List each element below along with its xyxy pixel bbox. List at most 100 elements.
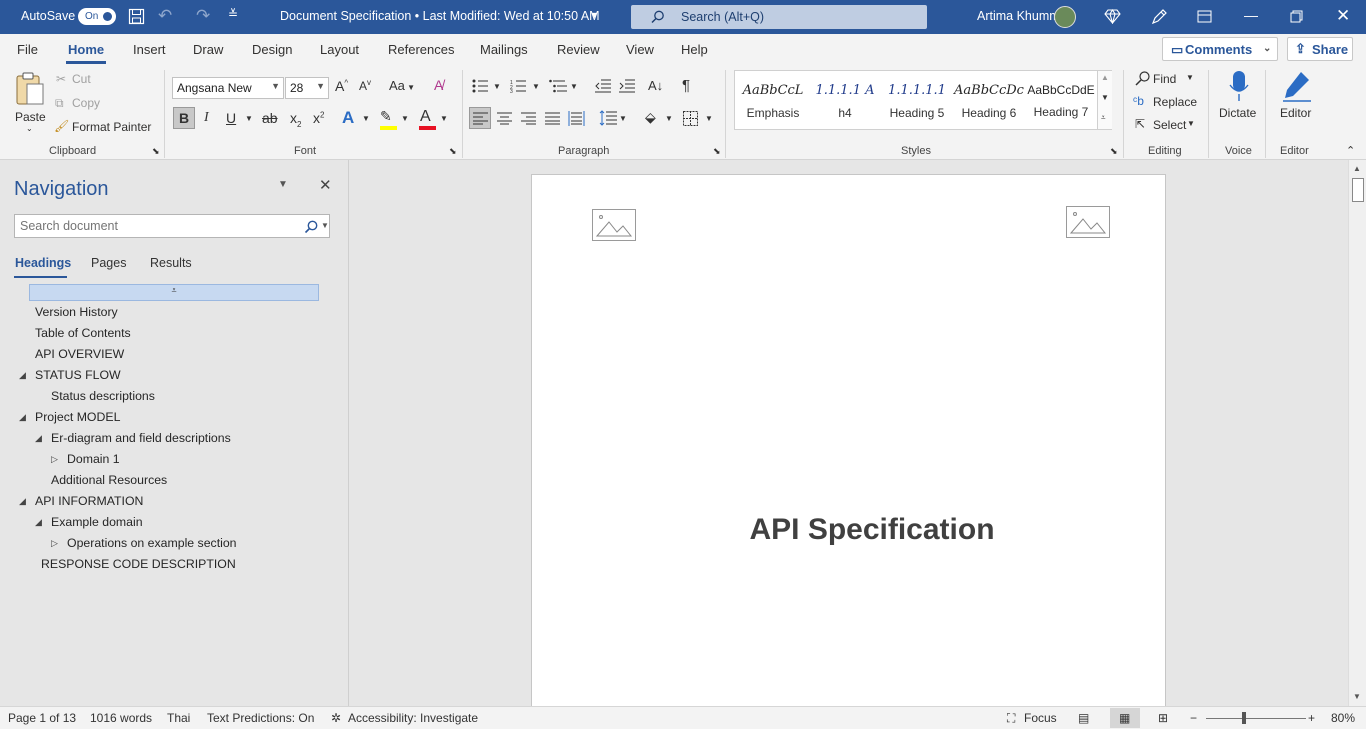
line-spacing-icon[interactable] [599,110,617,126]
subscript-icon[interactable]: x2 [290,110,301,129]
focus-icon[interactable]: ⛶ [1007,711,1015,726]
search-box[interactable]: Search (Alt+Q) [631,5,927,29]
dictate-button[interactable]: Dictate [1219,106,1256,120]
scrollbar-thumb[interactable] [1352,178,1364,202]
pen-icon[interactable] [1150,8,1168,26]
bullets-icon[interactable] [472,79,488,93]
nav-heading[interactable]: API INFORMATION [35,494,143,508]
tab-layout[interactable]: Layout [320,42,359,57]
cut-icon[interactable]: ✂ [56,72,66,86]
undo-icon[interactable]: ↶ [158,6,172,26]
text-effects-chevron-icon[interactable]: ▼ [362,114,370,123]
text-predictions[interactable]: Text Predictions: On [207,711,314,725]
zoom-out-icon[interactable]: − [1190,711,1197,725]
comments-button[interactable]: ▭ Comments ⌄ [1162,37,1278,61]
page-count[interactable]: Page 1 of 13 [8,711,76,725]
numbering-chevron-icon[interactable]: ▼ [532,82,540,91]
nav-close-icon[interactable]: ✕ [319,176,332,194]
multilevel-list-icon[interactable] [549,79,567,93]
style-heading-5[interactable]: 1.1.1.1.1 Heading 5 [881,71,953,129]
tab-help[interactable]: Help [681,42,708,57]
collapsed-triangle-icon[interactable]: ▷ [51,538,58,549]
tab-insert[interactable]: Insert [133,42,166,57]
document-page[interactable]: API Specification [531,174,1166,714]
tab-mailings[interactable]: Mailings [480,42,528,57]
language-indicator[interactable]: Thai [167,711,190,725]
image-placeholder-icon[interactable] [1066,206,1110,238]
nav-heading[interactable]: RESPONSE CODE DESCRIPTION [41,557,236,571]
expanded-triangle-icon[interactable]: ◢ [35,433,42,444]
read-mode-icon[interactable]: ▤ [1078,711,1089,725]
font-launcher-icon[interactable]: ⬊ [449,146,457,157]
collapsed-triangle-icon[interactable]: ▷ [51,454,58,465]
expanded-triangle-icon[interactable]: ◢ [19,496,26,507]
line-spacing-chevron-icon[interactable]: ▼ [619,114,627,123]
more-styles-icon[interactable]: ⩡ [1101,113,1106,123]
restore-icon[interactable] [1290,10,1303,23]
nav-heading[interactable]: Example domain [51,515,143,529]
underline-chevron-icon[interactable]: ▼ [245,114,253,123]
nav-heading[interactable]: STATUS FLOW [35,368,121,382]
clear-formatting-icon[interactable]: A̸ [434,77,443,93]
title-chevron-down-icon[interactable]: ▼ [590,10,599,20]
nav-heading[interactable]: Version History [35,305,118,319]
style-emphasis[interactable]: AaBbCcL Emphasis [737,71,809,129]
show-formatting-marks-icon[interactable]: ¶ [682,77,690,94]
paragraph-launcher-icon[interactable]: ⬊ [713,146,721,157]
search-chevron-icon[interactable]: ▼ [321,221,329,230]
find-button[interactable]: Find [1153,72,1176,86]
align-right-icon[interactable] [521,112,536,125]
nav-heading[interactable]: Table of Contents [35,326,131,340]
zoom-level[interactable]: 80% [1331,711,1355,725]
expanded-triangle-icon[interactable]: ◢ [19,370,26,381]
justify-icon[interactable] [545,112,560,125]
tab-draw[interactable]: Draw [193,42,223,57]
web-layout-icon[interactable]: ⊞ [1158,711,1168,725]
copy-icon[interactable]: ⧉ [55,96,64,111]
decrease-indent-icon[interactable] [595,79,611,93]
styles-scroll[interactable]: ▲ ▼ ⩡ [1097,71,1112,129]
cut-button[interactable]: Cut [72,72,91,86]
scroll-down-icon[interactable]: ▼ [1101,93,1109,102]
close-icon[interactable]: ✕ [1336,6,1350,26]
shading-chevron-icon[interactable]: ▼ [665,114,673,123]
diamond-icon[interactable] [1104,9,1121,24]
strikethrough-icon[interactable]: ab [262,110,278,126]
grow-font-icon[interactable]: A^ [335,78,348,94]
collapse-ribbon-icon[interactable]: ⌃ [1346,144,1355,157]
scroll-down-icon[interactable]: ▼ [1353,692,1361,701]
clipboard-launcher-icon[interactable]: ⬊ [152,146,160,157]
font-name-select[interactable]: Angsana New ▼ [172,77,284,99]
replace-button[interactable]: Replace [1153,95,1197,109]
save-icon[interactable] [128,8,145,25]
format-painter-button[interactable]: Format Painter [72,120,151,134]
scroll-up-icon[interactable]: ▲ [1101,73,1109,82]
redo-icon[interactable]: ↷ [196,6,210,26]
numbering-icon[interactable]: 123 [510,79,526,93]
expanded-triangle-icon[interactable]: ◢ [35,517,42,528]
tab-design[interactable]: Design [252,42,292,57]
highlight-icon[interactable]: ✎ [380,108,392,125]
tab-file[interactable]: File [17,42,38,57]
select-button[interactable]: Select [1153,118,1186,132]
nav-heading[interactable]: Additional Resources [51,473,167,487]
style-h4[interactable]: 1.1.1.1 A h4 [809,71,881,129]
document-title[interactable]: Document Specification • Last Modified: … [280,9,600,23]
nav-heading[interactable]: Er-diagram and field descriptions [51,431,231,445]
font-size-select[interactable]: 28 ▼ [285,77,329,99]
nav-heading[interactable]: Domain 1 [67,452,120,466]
select-chevron-icon[interactable]: ▼ [1187,119,1195,128]
superscript-icon[interactable]: x2 [313,110,324,126]
replace-icon[interactable]: ᶜb [1133,94,1144,108]
bullets-chevron-icon[interactable]: ▼ [493,82,501,91]
italic-icon[interactable]: I [204,110,209,126]
font-color-icon[interactable]: A [420,108,431,126]
tab-view[interactable]: View [626,42,654,57]
editor-icon[interactable] [1281,70,1313,102]
avatar[interactable] [1054,6,1076,28]
heading-selection-bar[interactable]: ⩡ [29,284,319,301]
nav-heading[interactable]: Operations on example section [67,536,237,550]
bold-button[interactable]: B [173,107,195,129]
tab-pages[interactable]: Pages [91,256,126,270]
ribbon-display-icon[interactable] [1197,10,1212,23]
